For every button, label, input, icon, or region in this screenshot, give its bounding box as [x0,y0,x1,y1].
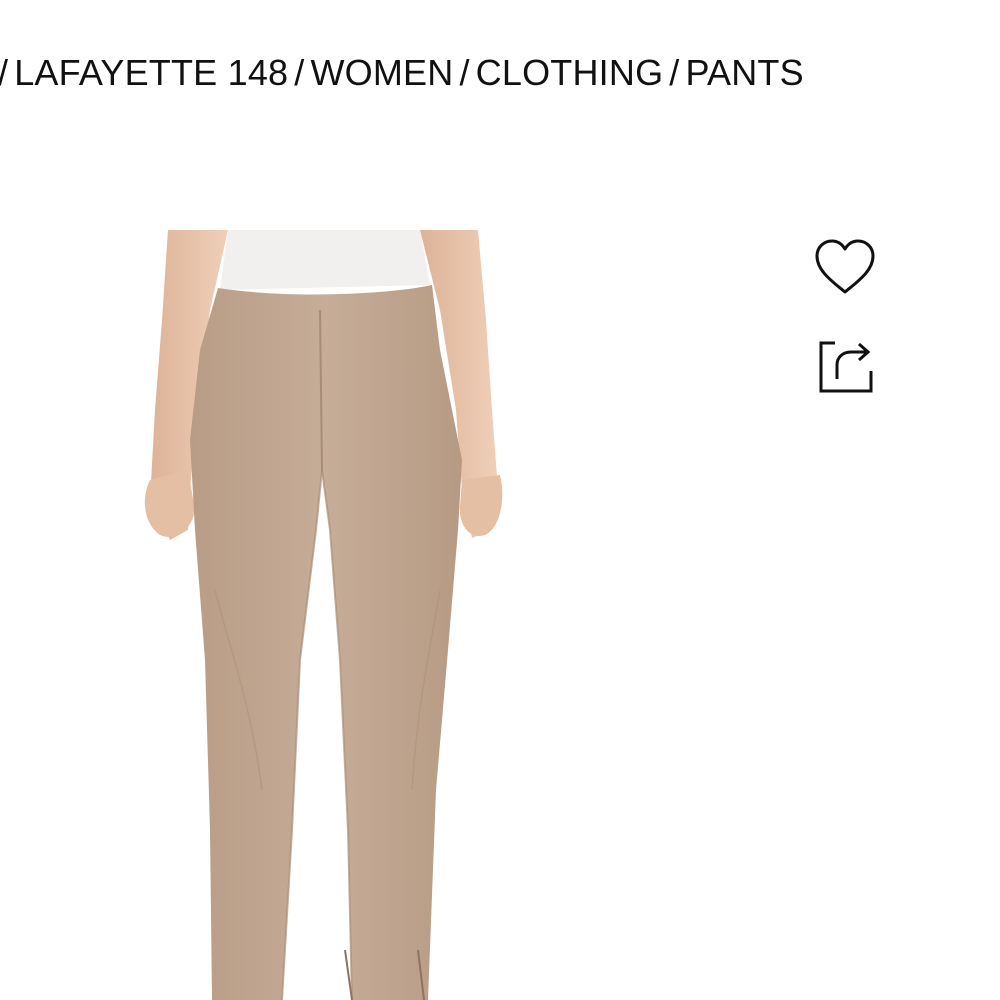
breadcrumb: /LAFAYETTE 148/WOMEN/CLOTHING/PANTS [0,50,804,96]
breadcrumb-separator: / [294,52,305,93]
pants [190,285,462,1000]
breadcrumb-link-brand[interactable]: LAFAYETTE 148 [14,52,288,93]
breadcrumb-separator: / [459,52,470,93]
share-button[interactable] [810,330,880,400]
heart-icon [815,239,875,294]
product-photo [144,230,503,1000]
wishlist-button[interactable] [810,232,880,302]
breadcrumb-link-clothing[interactable]: CLOTHING [476,52,664,93]
share-icon [819,341,873,393]
breadcrumb-link-women[interactable]: WOMEN [310,52,453,93]
top-garment [220,230,430,290]
breadcrumb-separator: / [669,52,680,93]
breadcrumb-separator: / [0,52,14,93]
product-image[interactable] [0,230,680,1000]
left-hand [144,470,195,538]
right-hand [459,475,503,536]
breadcrumb-link-pants[interactable]: PANTS [685,52,803,93]
